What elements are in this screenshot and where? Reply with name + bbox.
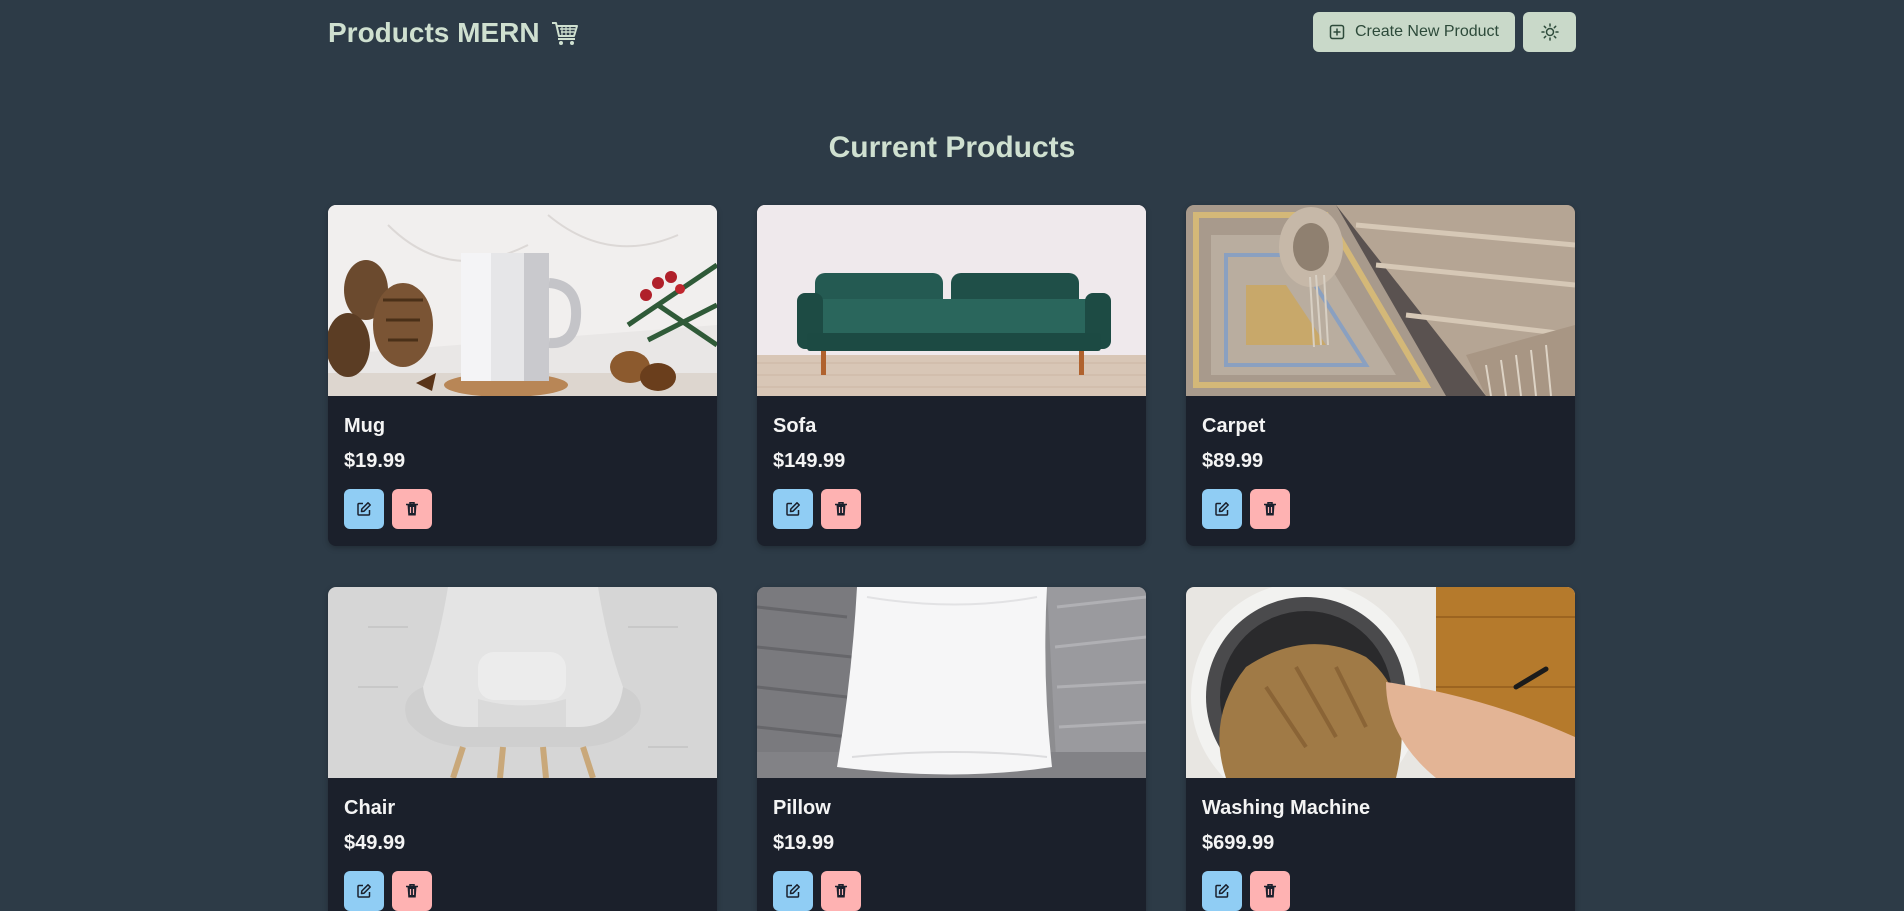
product-name: Carpet (1202, 415, 1266, 437)
edit-icon (357, 884, 371, 898)
delete-button[interactable] (821, 871, 861, 911)
product-card: Mug $19.99 (328, 205, 717, 546)
product-grid: Mug $19.99 Sofa $149.99 Carpet $89.99 Ch… (328, 205, 1576, 911)
card-actions (1202, 871, 1559, 911)
delete-button[interactable] (1250, 871, 1290, 911)
product-card: Washing Machine $699.99 (1186, 587, 1575, 911)
create-product-button[interactable]: Create New Product (1312, 12, 1515, 52)
product-image (328, 587, 717, 778)
product-name: Sofa (773, 415, 817, 437)
product-price: $89.99 (1202, 450, 1264, 472)
product-name: Washing Machine (1202, 797, 1371, 819)
edit-icon (786, 884, 800, 898)
brand-title: Products MERN (328, 17, 540, 48)
edit-icon (1215, 884, 1229, 898)
product-image (1186, 205, 1575, 396)
product-card: Chair $49.99 (328, 587, 717, 911)
trash-icon (1264, 502, 1276, 516)
card-actions (773, 871, 1130, 911)
theme-toggle-button[interactable] (1523, 12, 1576, 52)
card-body: Washing Machine $699.99 (1186, 778, 1575, 911)
trash-icon (406, 884, 418, 898)
trash-icon (406, 502, 418, 516)
delete-button[interactable] (1250, 489, 1290, 529)
delete-button[interactable] (392, 489, 432, 529)
card-body: Carpet $89.99 (1186, 396, 1575, 529)
card-body: Sofa $149.99 (757, 396, 1146, 529)
trash-icon (835, 502, 847, 516)
product-price: $49.99 (344, 832, 406, 854)
nav-actions: Create New Product (1312, 12, 1576, 52)
edit-icon (357, 502, 371, 516)
product-name: Mug (344, 415, 386, 437)
product-name: Pillow (773, 797, 831, 819)
card-actions (773, 489, 1130, 529)
plus-square-icon (1329, 24, 1345, 40)
edit-button[interactable] (1202, 871, 1242, 911)
edit-button[interactable] (344, 871, 384, 911)
trash-icon (1264, 884, 1276, 898)
card-body: Mug $19.99 (328, 396, 717, 529)
delete-button[interactable] (821, 489, 861, 529)
edit-button[interactable] (773, 871, 813, 911)
card-actions (1202, 489, 1559, 529)
card-actions (344, 489, 701, 529)
product-price: $19.99 (344, 450, 406, 472)
shopping-cart-icon (551, 22, 578, 45)
product-image (757, 205, 1146, 396)
app-container: Products MERN Create New Product Current… (328, 0, 1576, 911)
card-actions (344, 871, 701, 911)
product-card: Carpet $89.99 (1186, 205, 1575, 546)
sun-icon (1540, 23, 1559, 41)
edit-button[interactable] (773, 489, 813, 529)
product-price: $699.99 (1202, 832, 1275, 854)
product-image (328, 205, 717, 396)
product-card: Sofa $149.99 (757, 205, 1146, 546)
edit-icon (1215, 502, 1229, 516)
product-name: Chair (344, 797, 396, 819)
edit-icon (786, 502, 800, 516)
navbar: Products MERN Create New Product (328, 0, 1576, 66)
product-price: $19.99 (773, 832, 835, 854)
card-body: Pillow $19.99 (757, 778, 1146, 911)
card-body: Chair $49.99 (328, 778, 717, 911)
brand[interactable]: Products MERN (328, 16, 580, 50)
product-image (757, 587, 1146, 778)
page-title: Current Products (828, 131, 1076, 164)
edit-button[interactable] (1202, 489, 1242, 529)
create-product-label: Create New Product (1354, 23, 1499, 40)
product-price: $149.99 (773, 450, 846, 472)
delete-button[interactable] (392, 871, 432, 911)
product-image (1186, 587, 1575, 778)
trash-icon (835, 884, 847, 898)
product-card: Pillow $19.99 (757, 587, 1146, 911)
edit-button[interactable] (344, 489, 384, 529)
